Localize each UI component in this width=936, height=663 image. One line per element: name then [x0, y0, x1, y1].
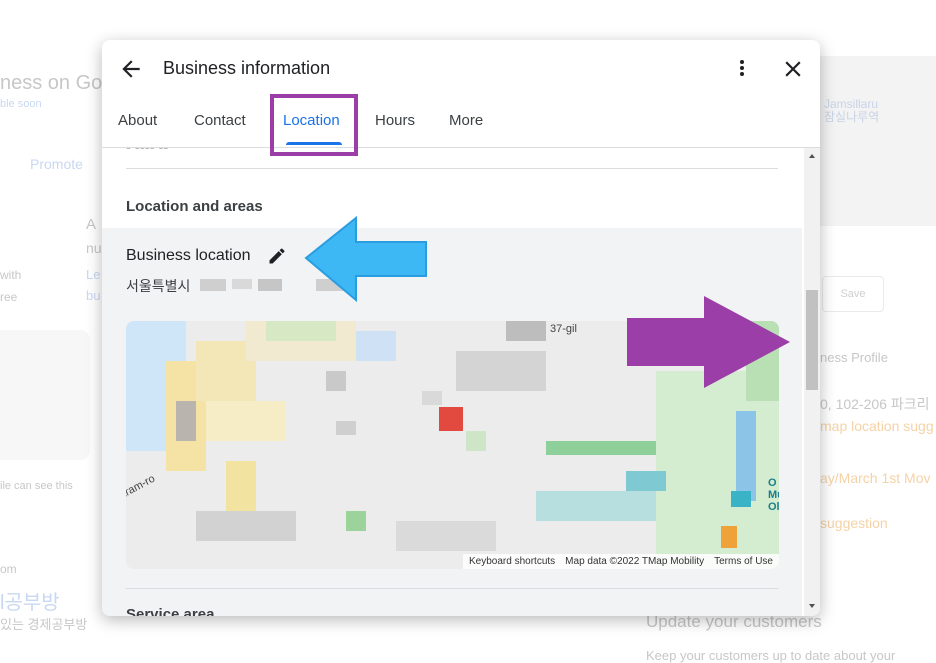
map-poi-label: O Mu Ol	[768, 477, 779, 513]
back-button[interactable]	[118, 56, 144, 82]
more-options-button[interactable]	[732, 56, 752, 82]
map-road-label: 37-gil	[550, 323, 577, 335]
annotation-arrow-purple	[627, 296, 790, 388]
map-orange-poi	[721, 526, 737, 548]
bg-om: om	[0, 562, 17, 576]
map-teal-block	[626, 471, 666, 491]
map-road-yellow	[226, 461, 256, 511]
active-tab-indicator	[286, 142, 342, 145]
map-road-label: aram-ro	[126, 472, 158, 502]
map-gray-block	[506, 321, 546, 341]
map-green-block	[346, 511, 366, 531]
bg-address-fragment: 0, 102-206 파크리	[820, 396, 930, 412]
bg-map-label: Jamsillaru 잠실나루역	[824, 97, 880, 124]
scrollbar-thumb[interactable]	[806, 290, 818, 390]
business-location-label: Business location	[126, 247, 251, 264]
bg-sub-fragment: ble soon	[0, 98, 42, 110]
map-gray-block	[422, 391, 442, 405]
bg-business-profile: ness Profile	[820, 350, 888, 365]
keyboard-shortcuts-link[interactable]: Keyboard shortcuts	[469, 556, 555, 567]
scroll-up-icon[interactable]	[804, 150, 820, 162]
section-title-location-areas: Location and areas	[126, 198, 263, 215]
bg-holiday[interactable]: ay/March 1st Mov	[820, 470, 930, 486]
annotation-arrow-blue	[304, 215, 427, 303]
bg-update-sub: Keep your customers up to date about you…	[646, 648, 896, 663]
map-green-block	[546, 441, 666, 455]
bg-promote[interactable]: Promote	[30, 156, 83, 172]
map-gray-block	[396, 521, 496, 551]
address-redacted	[200, 279, 226, 291]
tab-location[interactable]: Location	[283, 112, 340, 129]
close-button[interactable]	[780, 56, 806, 82]
dialog-header: Business information About Contact Locat…	[102, 40, 820, 156]
bg-frag-bu: bu	[86, 288, 101, 303]
scroll-down-icon[interactable]	[804, 600, 820, 612]
map-gray-block	[196, 511, 296, 541]
address-city: 서울특별시	[126, 278, 191, 294]
map-teal-block	[731, 491, 751, 507]
map-teal-block	[536, 491, 656, 521]
map-marker	[439, 407, 463, 431]
arrow-back-icon	[122, 60, 140, 78]
tab-contact[interactable]: Contact	[194, 112, 246, 129]
tab-more[interactable]: More	[449, 112, 483, 129]
map-blue-top	[356, 331, 396, 361]
bg-see-this: ile can see this	[0, 480, 73, 492]
bg-suggestion[interactable]: suggestion	[820, 515, 888, 531]
address-redacted	[258, 279, 282, 291]
bg-korean-title: l공부방	[0, 592, 60, 614]
tab-about[interactable]: About	[118, 112, 157, 129]
bg-ree: ree	[0, 290, 18, 304]
map-gray-block	[336, 421, 356, 435]
map-gray-block	[326, 371, 346, 391]
address-redacted	[232, 279, 252, 289]
bg-mini-map: Jamsillaru 잠실나루역	[812, 56, 936, 226]
map-water-right	[736, 411, 756, 501]
map-road-yellow	[206, 401, 286, 441]
bg-frag-a: A	[86, 216, 97, 233]
divider-bottom	[126, 588, 778, 589]
map-green-block	[466, 431, 486, 451]
map-gray-block	[456, 351, 546, 391]
bg-map-suggest[interactable]: map location sugg	[820, 418, 934, 434]
bg-frag-le: Le	[86, 267, 101, 282]
pencil-icon	[269, 248, 285, 264]
dialog-title: Business information	[163, 58, 331, 78]
bg-card	[0, 330, 90, 460]
business-address: 서울특별시	[126, 276, 190, 296]
dialog-scrollbar[interactable]	[804, 148, 820, 616]
tab-hours[interactable]: Hours	[375, 112, 415, 129]
clipped-previous-text: ▪ ▪▪▪▪ ▪▪	[126, 148, 169, 154]
bg-save-button[interactable]: Save	[822, 276, 884, 312]
close-icon	[785, 61, 801, 77]
map-attribution: Keyboard shortcuts Map data ©2022 TMap Mo…	[463, 554, 779, 569]
bg-korean-sub: 있는 경제공부방	[0, 617, 88, 632]
map-green-top	[266, 321, 336, 341]
bg-title-fragment: ness on Go	[0, 72, 103, 94]
edit-location-button[interactable]	[267, 246, 287, 266]
terms-of-use-link[interactable]: Terms of Use	[714, 556, 773, 567]
map-gray-block	[176, 401, 196, 441]
bg-frag-nu: nu	[86, 240, 102, 256]
bg-with: with	[0, 268, 22, 282]
map-data-credit: Map data ©2022 TMap Mobility	[565, 556, 705, 567]
divider-top	[126, 168, 778, 169]
section-title-service-area: Service area	[126, 606, 215, 616]
more-vert-icon	[740, 60, 744, 76]
